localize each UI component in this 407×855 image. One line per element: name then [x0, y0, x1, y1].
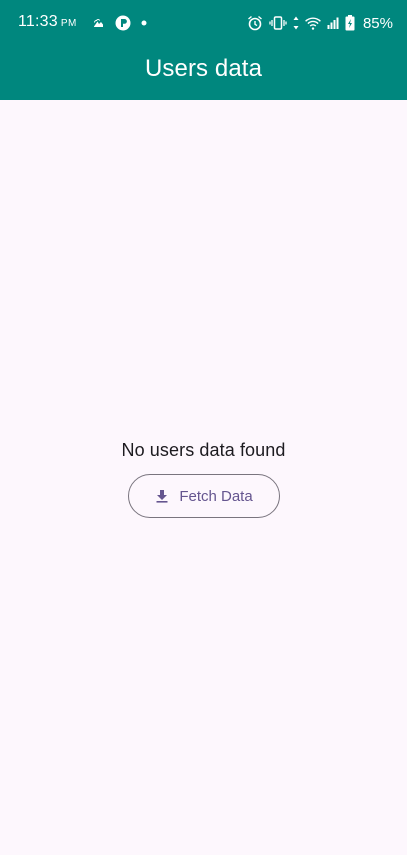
notification-dot-icon — [141, 20, 147, 26]
page-title: Users data — [144, 55, 263, 82]
download-icon — [155, 489, 169, 503]
screen: 11:33 PM 85% Users data No users data fo… — [0, 0, 407, 855]
battery-percentage: 85% — [362, 14, 393, 32]
alarm-icon — [247, 15, 263, 31]
status-time-value: 11:33 — [18, 13, 58, 30]
status-notification-icons — [92, 14, 147, 32]
empty-state-message: No users data found — [121, 440, 286, 460]
status-time: 11:33 PM — [18, 13, 77, 31]
signal-icon — [327, 17, 339, 29]
cloud-icon — [92, 18, 105, 28]
status-system-icons: 85% — [247, 13, 393, 33]
fetch-data-button[interactable]: Fetch Data — [128, 474, 280, 518]
status-time-ampm: PM — [60, 18, 77, 29]
status-bar: 11:33 PM 85% — [0, 0, 407, 46]
battery-charging-icon — [345, 15, 355, 31]
empty-state: No users data found — [0, 440, 407, 461]
app-bar: 11:33 PM 85% Users data — [0, 0, 407, 100]
vibrate-icon — [269, 16, 287, 30]
wifi-icon — [305, 17, 321, 30]
app-badge-icon — [115, 15, 131, 31]
fetch-data-label: Fetch Data — [179, 487, 253, 505]
data-arrows-icon — [293, 16, 299, 30]
